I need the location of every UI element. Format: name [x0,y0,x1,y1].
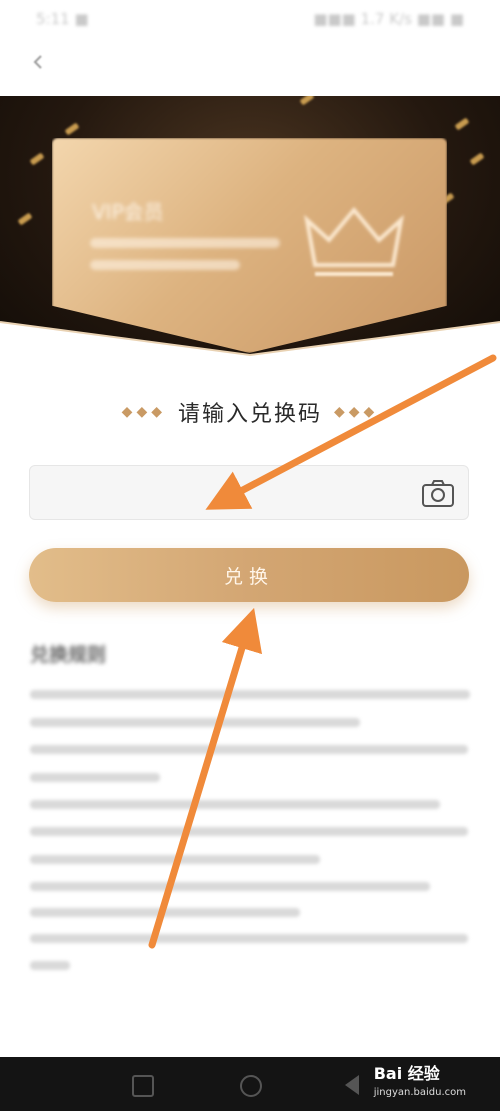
status-indicators: ■■■ 1.7 K/s ■■ ■ [313,10,464,28]
status-time: 5:11 ■ [36,10,89,28]
arrow-to-button [148,607,263,949]
heading-dots-left: ◆◆◆ [121,404,166,420]
back-arrow-icon [33,55,42,69]
camera-icon [422,480,454,507]
scan-camera-button[interactable] [420,476,456,510]
redeem-heading-row: ◆◆◆ 请输入兑换码 ◆◆◆ [0,395,500,429]
hero-wave-divider [0,321,500,370]
redeem-code-field[interactable] [29,465,469,521]
watermark: Bai 经验 jingyan.baidu.com [374,1066,466,1101]
rules-title: 兑换规则 [30,644,107,666]
watermark-domain: jingyan.baidu.com [373,1087,466,1098]
back-button[interactable] [24,48,52,76]
nav-home-button[interactable] [240,1075,262,1097]
status-bar: 5:11 ■ ■■■ 1.7 K/s ■■ ■ [0,0,500,40]
nav-back-button[interactable] [345,1075,359,1095]
heading-dots-right: ◆◆◆ [334,404,379,420]
watermark-brand: Bai 经验 [373,1064,440,1083]
crown-icon [304,206,404,276]
redeem-heading: 请输入兑换码 [177,402,322,427]
redeem-button[interactable]: 兑换 [29,548,469,602]
vip-card-title: VIP会员 [92,200,164,224]
nav-recent-button[interactable] [132,1075,154,1097]
redeem-code-input[interactable] [42,466,416,521]
